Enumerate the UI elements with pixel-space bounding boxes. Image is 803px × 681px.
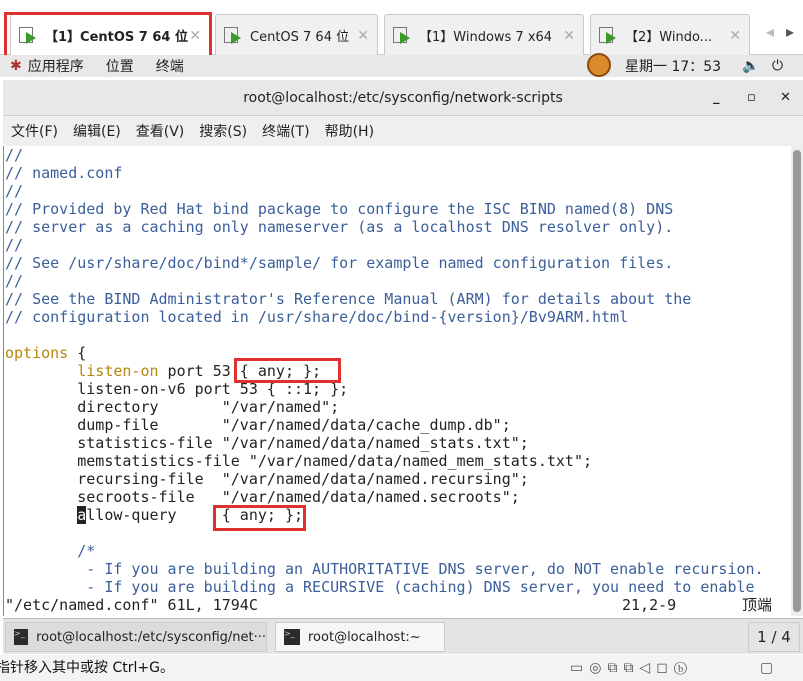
highlight-box [234,358,341,383]
code-line: memstatistics-file "/var/named/data/name… [5,452,592,470]
code-line: listen-on port 53 { any; }; [77,362,322,380]
clock[interactable]: 星期一 17：53 [625,56,721,76]
tab-scroll-right-icon[interactable]: ▸ [786,22,794,41]
code-line: // [5,236,24,254]
menu-terminal[interactable]: 终端(T) [262,121,309,141]
vim-status-line: "/etc/named.conf" 61L, 1794C 21,2-9 顶端 [4,596,791,614]
hint-text: 指针移入其中或按 Ctrl+G。 [0,660,174,676]
gnome-top-bar: ✱ 应用程序 位置 终端 星期一 17：53 🔈 ⏻ [0,53,803,77]
menu-help[interactable]: 帮助(H) [325,121,374,141]
device-icons[interactable]: ▭◎⧉⧉◁◻ⓑ [570,655,693,681]
apps-icon: ✱ [10,58,22,74]
vm-icon [224,26,244,45]
close-button[interactable]: ✕ [780,80,791,116]
code-line: listen-on-v6 port 53 { ::1; }; [5,380,349,398]
tab-label: 【1】Windows 7 x64 [419,30,553,45]
menu-view[interactable]: 查看(V) [136,121,185,141]
code-line: // [5,272,24,290]
code-line: recursing-file "/var/named/data/named.re… [5,470,529,488]
tab-scroll-left-icon[interactable]: ◂ [766,22,774,41]
scrollbar[interactable] [791,146,803,616]
tab-label: CentOS 7 64 位 [250,30,350,45]
tab-win7-1[interactable]: 【1】Windows 7 x64 ✕ [384,14,584,56]
code-line: dump-file "/var/named/data/cache_dump.db… [5,416,511,434]
highlight-box [4,12,212,60]
tab-label: 【2】Windo... [625,30,713,45]
highlight-box [213,505,306,531]
taskbar: >_ root@localhost:/etc/sysconfig/net··· >… [3,618,803,654]
menu-search[interactable]: 搜索(S) [199,121,247,141]
code-line: // Provided by Red Hat bind package to c… [5,200,674,218]
menu-edit[interactable]: 编辑(E) [73,121,121,141]
code-line: // See /usr/share/doc/bind*/sample/ for … [5,254,674,272]
scrollbar-thumb[interactable] [793,150,801,612]
power-icon[interactable]: ⏻ [772,58,783,74]
workspace-label: 1 / 4 [757,628,791,646]
code-line: // See the BIND Administrator's Referenc… [5,290,692,308]
places-menu[interactable]: 位置 [106,56,134,76]
status-file: "/etc/named.conf" 61L, 1794C [5,596,258,614]
code-line: // server as a caching only nameserver (… [5,218,674,236]
taskbar-item-terminal-1[interactable]: >_ root@localhost:/etc/sysconfig/net··· [5,622,267,652]
task-label: root@localhost:/etc/sysconfig/net··· [36,629,266,645]
close-icon[interactable]: ✕ [357,28,369,44]
window-titlebar: root@localhost:/etc/sysconfig/network-sc… [3,80,803,116]
code-line: // named.conf [5,164,123,182]
code-line: - If you are building an AUTHORITATIVE D… [5,560,764,578]
code-line: statistics-file "/var/named/data/named_s… [5,434,529,452]
code-line: options { [5,344,87,362]
applications-menu[interactable]: 应用程序 [28,56,84,76]
close-icon[interactable]: ✕ [729,28,741,44]
code-line: // [5,182,24,200]
minimize-button[interactable]: _ [713,80,720,116]
terminal-editor[interactable]: //// named.conf//// Provided by Red Hat … [3,146,791,616]
vm-status-bar: 指针移入其中或按 Ctrl+G。 ▭◎⧉⧉◁◻ⓑ ▢ [0,655,803,681]
menu-file[interactable]: 文件(F) [11,121,58,141]
maximize-button[interactable]: ▫ [747,80,756,116]
update-icon[interactable] [587,53,611,77]
code-line: secroots-file "/var/named/data/named.sec… [5,488,520,506]
code-line: - If you are building a RECURSIVE (cachi… [5,578,755,596]
task-label: root@localhost:~ [308,629,421,645]
volume-icon[interactable]: 🔈 [742,58,759,74]
code-line: allow-query { any; }; [77,506,304,524]
menu-bar: 文件(F) 编辑(E) 查看(V) 搜索(S) 终端(T) 帮助(H) [3,116,803,146]
message-icon[interactable]: ▢ [760,655,773,681]
terminal-menu[interactable]: 终端 [156,56,184,76]
status-position: 21,2-9 [622,596,677,614]
status-scroll: 顶端 [742,596,773,614]
close-icon[interactable]: ✕ [563,28,575,44]
code-line: // [5,146,24,164]
code-line: /* [5,542,96,560]
tab-win7-2[interactable]: 【2】Windo... ✕ [590,14,750,56]
taskbar-item-terminal-2[interactable]: >_ root@localhost:~ [275,622,445,652]
tab-centos-2[interactable]: CentOS 7 64 位 ✕ [215,14,378,56]
window-title: root@localhost:/etc/sysconfig/network-sc… [243,90,563,106]
code-line: directory "/var/named"; [5,398,340,416]
vm-icon [393,26,413,45]
terminal-icon: >_ [284,629,300,645]
vm-icon [599,26,619,45]
workspace-switcher[interactable]: 1 / 4 [748,622,800,652]
code-line: // configuration located in /usr/share/d… [5,308,629,326]
terminal-icon: >_ [14,629,29,645]
